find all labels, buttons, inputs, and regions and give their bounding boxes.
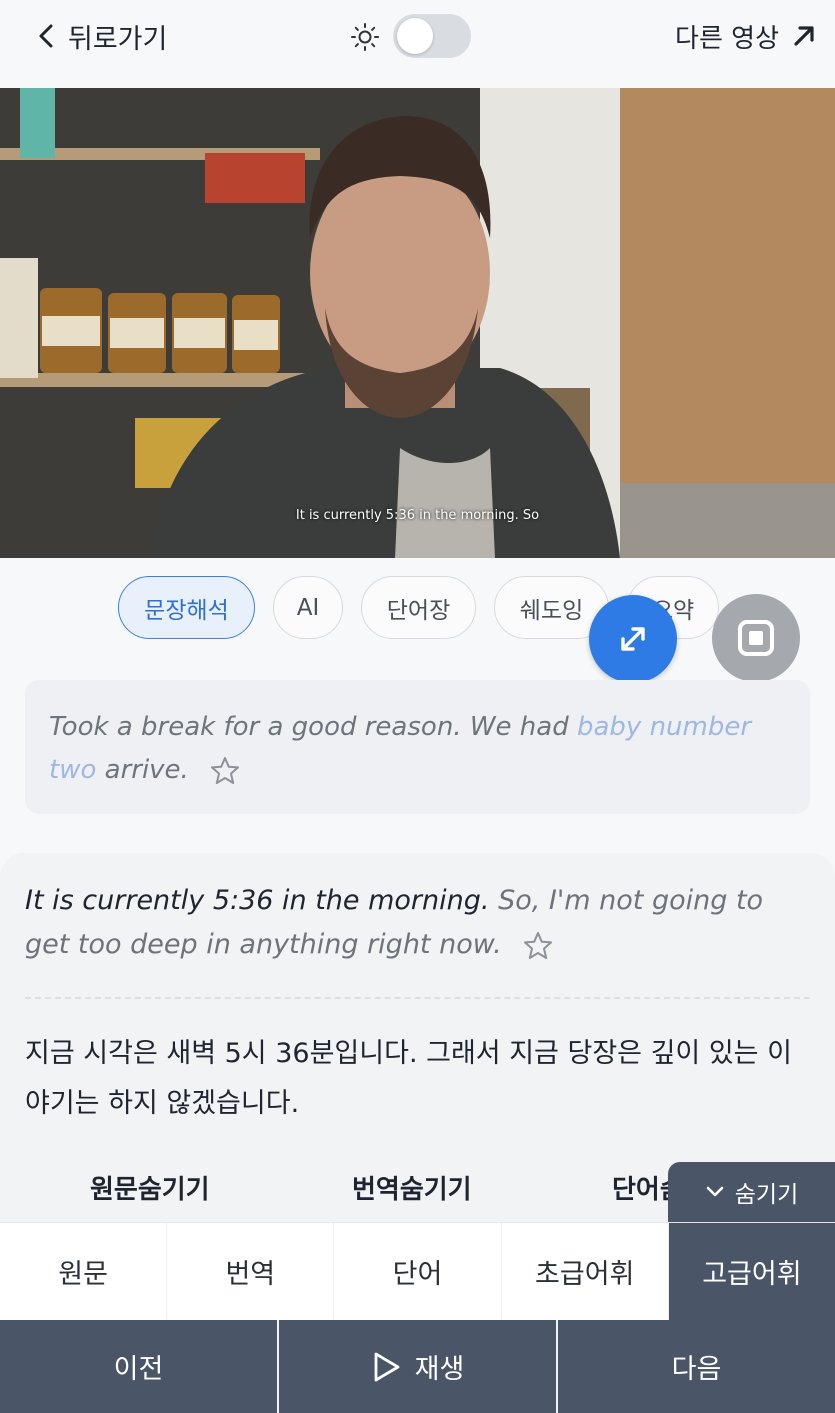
video-frame [0, 88, 835, 558]
video-subtitle: It is currently 5:36 in the morning. So [295, 508, 540, 523]
play-icon [374, 1352, 400, 1381]
top-bar: 뒤로가기 다른 영상 [0, 0, 835, 88]
star-icon[interactable] [522, 930, 554, 962]
back-label: 뒤로가기 [68, 23, 168, 55]
next-button[interactable]: 다음 [558, 1320, 835, 1413]
play-button[interactable]: 재생 [279, 1320, 558, 1413]
pip-icon [738, 620, 774, 656]
play-label: 재생 [414, 1354, 465, 1385]
collapse-label: 숨기기 [734, 1182, 799, 1208]
mode-word[interactable]: 단어 [334, 1223, 502, 1320]
other-video-button[interactable]: 다른 영상 [675, 16, 817, 56]
star-icon[interactable] [209, 755, 241, 787]
tab-sentence-analysis[interactable]: 문장해석 [118, 576, 255, 639]
mode-translation[interactable]: 번역 [167, 1223, 335, 1320]
display-mode-selector: 원문 번역 단어 초급어휘 고급어휘 [0, 1222, 835, 1320]
toggle-knob [397, 18, 433, 54]
previous-sentence-card[interactable]: Took a break for a good reason. We had b… [25, 680, 810, 814]
previous-label: 이전 [113, 1354, 164, 1385]
next-label: 다음 [671, 1354, 722, 1385]
spoken-part: It is currently 5:36 in the morning. [25, 885, 490, 916]
theme-toggle[interactable] [393, 14, 471, 58]
chevron-down-icon [706, 1186, 724, 1197]
previous-button[interactable]: 이전 [0, 1320, 279, 1413]
sun-icon [351, 23, 379, 51]
other-video-label: 다른 영상 [675, 23, 779, 54]
current-sentence-korean: 지금 시각은 새벽 5시 36분입니다. 그래서 지금 당장은 깊이 있는 이야… [25, 1038, 792, 1119]
current-sentence-english[interactable]: It is currently 5:36 in the morning. So,… [25, 879, 815, 967]
playback-nav: 이전 재생 다음 [0, 1320, 835, 1413]
fullscreen-button[interactable] [589, 595, 677, 683]
hide-translation-option[interactable]: 번역숨기기 [352, 1169, 472, 1206]
mode-original[interactable]: 원문 [0, 1223, 168, 1320]
arrow-up-right-icon [794, 26, 814, 46]
back-button[interactable]: 뒤로가기 [36, 16, 167, 56]
tab-vocabulary[interactable]: 단어장 [361, 576, 476, 639]
tab-ai[interactable]: AI [273, 576, 343, 639]
collapse-button[interactable]: 숨기기 [668, 1162, 835, 1222]
prev-sentence-text-end: arrive. [96, 755, 189, 785]
mode-basic-vocab[interactable]: 초급어휘 [502, 1223, 669, 1320]
prev-sentence-text: Took a break for a good reason. We had [49, 712, 577, 742]
divider [25, 997, 810, 999]
pip-button[interactable] [712, 594, 800, 682]
expand-icon [621, 627, 645, 651]
hide-original-option[interactable]: 원문숨기기 [90, 1169, 210, 1206]
chevron-left-icon [39, 24, 53, 48]
mode-advanced-vocab[interactable]: 고급어휘 [668, 1223, 835, 1320]
video-player[interactable]: It is currently 5:36 in the morning. So [0, 88, 835, 558]
